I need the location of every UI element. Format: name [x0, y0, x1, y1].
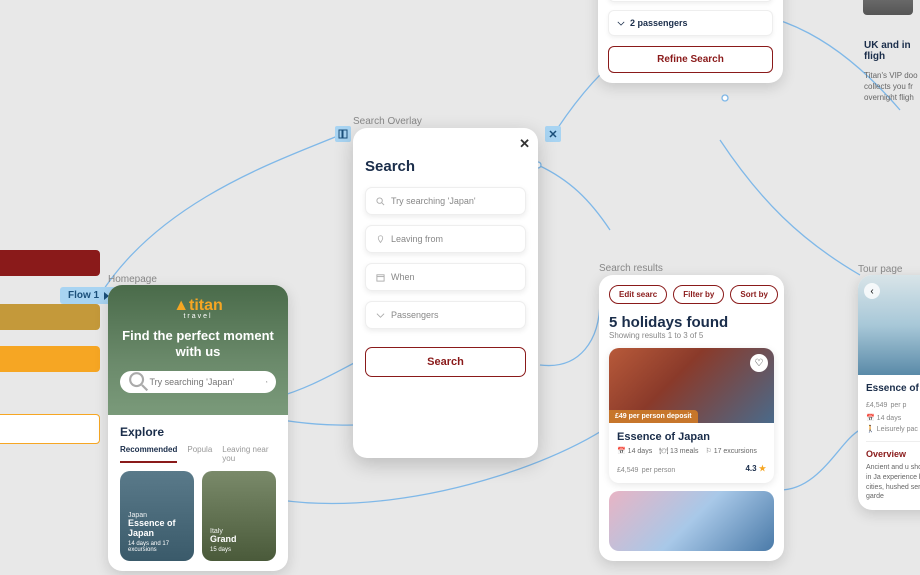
- close-selected-icon[interactable]: ✕: [545, 126, 561, 142]
- tab-leaving[interactable]: Leaving near you: [222, 445, 276, 463]
- homepage-label: Homepage: [108, 274, 157, 285]
- results-label: Search results: [599, 263, 663, 274]
- calendar-icon: [376, 273, 385, 282]
- tr-body: Titan's VIP doo collects you fr overnigh…: [864, 70, 920, 104]
- tour-label: Tour page: [858, 264, 902, 275]
- left-panel: View Holidays View Holidays: [0, 250, 100, 444]
- chip-sort[interactable]: Sort by: [730, 285, 778, 304]
- hero-search[interactable]: [120, 371, 276, 393]
- results-sub: Showing results 1 to 3 of 5: [609, 331, 774, 340]
- view-holidays-button-1[interactable]: View Holidays: [0, 346, 100, 372]
- search-overlay-frame[interactable]: ✕ Search Try searching 'Japan' Leaving f…: [353, 128, 538, 458]
- search-icon: [376, 197, 385, 206]
- hero: ▲titan travel Find the perfect moment wi…: [108, 285, 288, 415]
- explore-tabs: Recommended Popula Leaving near you: [120, 445, 276, 463]
- card-title: Grand: [210, 535, 268, 545]
- field-passengers[interactable]: Passengers: [365, 301, 526, 329]
- card-meta: 14 days and 17 excursions: [128, 541, 186, 553]
- tab-recommended[interactable]: Recommended: [120, 445, 177, 463]
- field-leaving[interactable]: Leaving from: [365, 225, 526, 253]
- meta-exc: ⚐ 17 excursions: [705, 447, 756, 455]
- flow-label: Flow 1: [68, 290, 99, 301]
- meta-days: 📅 14 days: [617, 447, 652, 455]
- back-icon[interactable]: ‹: [864, 283, 880, 299]
- pin-icon: [376, 235, 385, 244]
- overlay-label: Search Overlay: [353, 116, 422, 127]
- favorite-icon[interactable]: ♡: [750, 354, 768, 372]
- car-image: [863, 0, 913, 15]
- chevron-down-icon: [376, 311, 385, 320]
- card-meta: 15 days: [210, 547, 268, 553]
- field-when[interactable]: When: [365, 263, 526, 291]
- explore-section: Explore Recommended Popula Leaving near …: [108, 415, 288, 571]
- deposit-badge: £49 per person deposit: [609, 410, 698, 423]
- search-button[interactable]: Search: [365, 347, 526, 377]
- component-icon[interactable]: [335, 126, 351, 142]
- field-label: Passengers: [391, 310, 439, 320]
- search-input[interactable]: [149, 377, 266, 387]
- tour-image: ‹: [858, 275, 920, 375]
- result-card[interactable]: ♡ £49 per person deposit Essence of Japa…: [609, 348, 774, 483]
- tab-popular[interactable]: Popula: [187, 445, 212, 463]
- overlay-title: Search: [365, 158, 526, 175]
- top-right-block: UK and in fligh Titan's VIP doo collects…: [864, 40, 920, 104]
- result-price: £4,549 per person: [617, 461, 675, 475]
- overview-tab[interactable]: Overview: [866, 449, 920, 459]
- card-loc: Italy: [210, 528, 268, 535]
- search-icon: [128, 371, 149, 392]
- tour-desc: Ancient and u shoulder in Ja experience …: [866, 463, 920, 502]
- gold-bar: [0, 304, 100, 330]
- chip-filter[interactable]: Filter by: [673, 285, 724, 304]
- chip-edit[interactable]: Edit searc: [609, 285, 667, 304]
- field-label: Try searching 'Japan': [391, 196, 476, 206]
- field-label: When: [391, 272, 415, 282]
- card-italy[interactable]: Italy Grand 15 days: [202, 471, 276, 561]
- passenger-row[interactable]: 2 passengers: [608, 10, 773, 36]
- date-row[interactable]: 22/05/2021 until 14/06/2021: [608, 0, 773, 2]
- red-bar: [0, 250, 100, 276]
- chevron-down-icon: [617, 21, 625, 26]
- field-label: Leaving from: [391, 234, 443, 244]
- results-title: 5 holidays found: [609, 314, 774, 331]
- overlay-toolbar: [335, 126, 351, 142]
- explore-title: Explore: [120, 425, 276, 439]
- result-title: Essence of Japan: [617, 431, 766, 443]
- mic-icon[interactable]: [266, 377, 268, 387]
- result-rating: 4.3 ★: [745, 464, 766, 473]
- tour-price: £4,549 per p: [866, 398, 920, 410]
- card-loc: Japan: [128, 512, 186, 519]
- card-title: Essence of Japan: [128, 519, 186, 539]
- meta-meals: 🍽 13 meals: [659, 447, 698, 455]
- view-holidays-button-2[interactable]: View Holidays: [0, 414, 100, 444]
- card-japan[interactable]: Japan Essence of Japan 14 days and 17 ex…: [120, 471, 194, 561]
- field-destination[interactable]: Try searching 'Japan': [365, 187, 526, 215]
- results-frame[interactable]: Edit searc Filter by Sort by 5 holidays …: [599, 275, 784, 561]
- top-filter-strip: 22/05/2021 until 14/06/2021 2 passengers…: [598, 0, 783, 83]
- logo-sub: travel: [108, 313, 288, 320]
- hero-title: Find the perfect moment with us: [108, 328, 288, 361]
- result-image: ♡ £49 per person deposit: [609, 348, 774, 423]
- result-card-2[interactable]: [609, 491, 774, 551]
- close-icon[interactable]: ✕: [519, 136, 530, 152]
- refine-button[interactable]: Refine Search: [608, 46, 773, 73]
- passenger-count: 2 passengers: [630, 18, 688, 28]
- homepage-frame[interactable]: ▲titan travel Find the perfect moment wi…: [108, 285, 288, 571]
- tr-title: UK and in fligh: [864, 40, 920, 62]
- tour-title: Essence of J: [866, 383, 920, 394]
- tour-meta: 📅 14 days 🚶 Leisurely pac: [866, 414, 920, 442]
- tour-frame[interactable]: ‹ Essence of J £4,549 per p 📅 14 days 🚶 …: [858, 275, 920, 510]
